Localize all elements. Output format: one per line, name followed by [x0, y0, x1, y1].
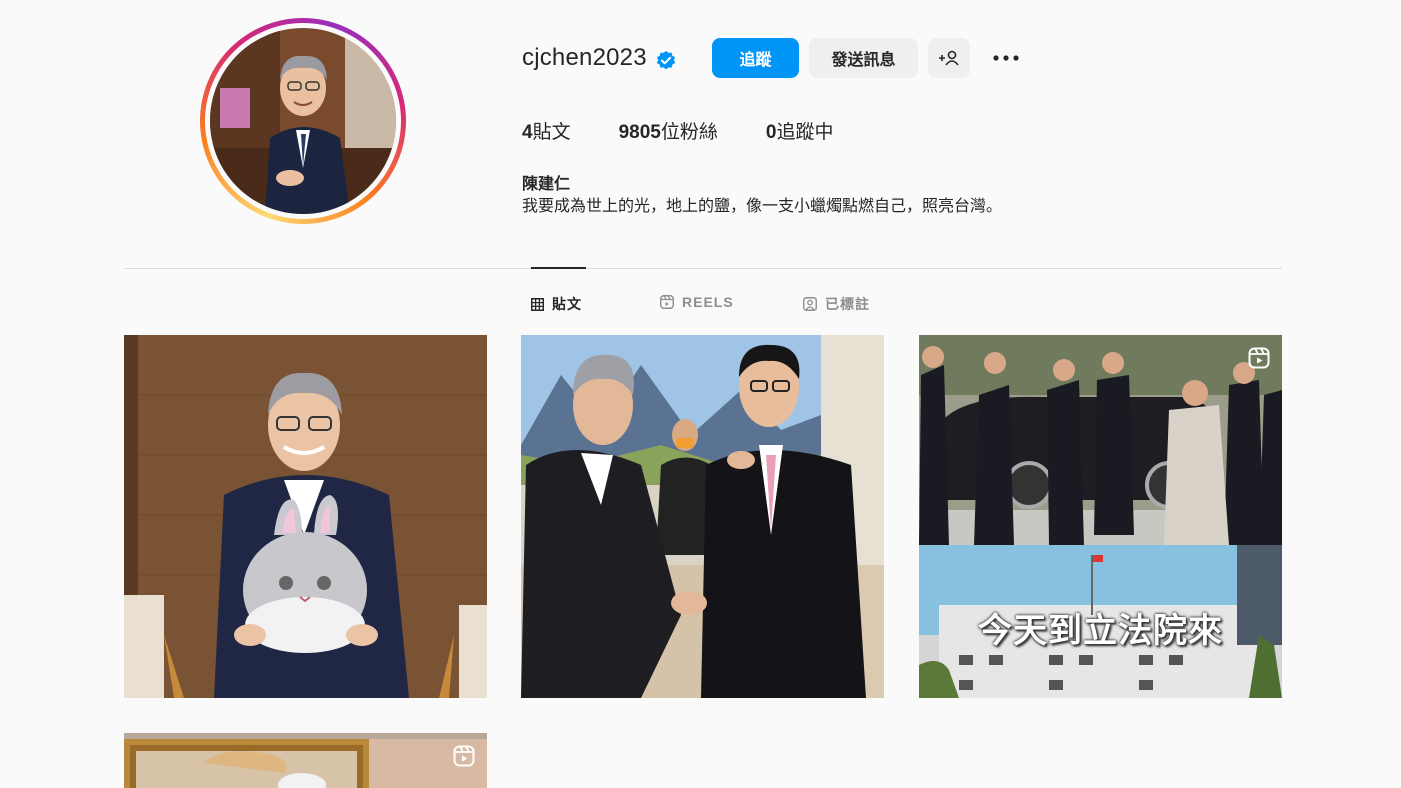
- profile-photo: [210, 28, 396, 214]
- tab-posts[interactable]: 貼文: [531, 294, 582, 314]
- post-tile-3[interactable]: 今天到立法院來: [919, 335, 1282, 698]
- tab-reels[interactable]: REELS: [660, 294, 734, 310]
- username: cjchen2023: [522, 44, 647, 71]
- reels-icon: [660, 295, 674, 309]
- bio: 我要成為世上的光，地上的鹽，像一支小蠟燭點燃自己，照亮台灣。: [522, 198, 1003, 215]
- tab-posts-label: 貼文: [552, 296, 582, 312]
- following-count[interactable]: 0追蹤中: [766, 117, 834, 144]
- posts-count-label: 貼文: [532, 122, 571, 143]
- suggested-accounts-button[interactable]: [928, 38, 970, 78]
- add-person-icon: [939, 50, 959, 66]
- profile-avatar-ring[interactable]: [200, 18, 406, 224]
- followers-count-label: 位粉絲: [660, 122, 718, 143]
- full-name: 陳建仁: [522, 176, 571, 193]
- profile-stats: 4貼文 9805位粉絲 0追蹤中: [522, 117, 881, 144]
- post-tile-4[interactable]: [124, 733, 487, 788]
- tab-reels-label: REELS: [682, 294, 734, 310]
- post-tile-1[interactable]: [124, 335, 487, 698]
- following-count-label: 追蹤中: [776, 122, 834, 143]
- reel-badge-icon: [1248, 347, 1270, 369]
- post-photo-handshake: [521, 335, 884, 698]
- post-photo-plush-rabbit: [124, 335, 487, 698]
- posts-count: 4貼文: [522, 117, 571, 144]
- post-tile-2[interactable]: [521, 335, 884, 698]
- post-photo-framed-portrait: [124, 733, 487, 788]
- follow-button[interactable]: 追蹤: [712, 38, 799, 78]
- send-message-button[interactable]: 發送訊息: [809, 38, 918, 78]
- avatar-gap: [205, 23, 401, 219]
- following-count-value: 0: [765, 122, 777, 143]
- reel-badge-icon: [453, 745, 475, 767]
- active-tab-indicator: [531, 267, 586, 269]
- tab-tagged-label: 已標註: [825, 296, 870, 312]
- tabs-divider: [124, 268, 1282, 269]
- verified-badge-icon: [656, 50, 676, 70]
- tagged-icon: [803, 297, 817, 311]
- followers-count[interactable]: 9805位粉絲: [619, 117, 718, 144]
- post-3-overlay-caption: 今天到立法院來: [978, 612, 1223, 650]
- followers-count-value: 9805: [618, 122, 661, 143]
- tab-tagged[interactable]: 已標註: [803, 294, 870, 314]
- grid-icon: [531, 297, 544, 311]
- more-options-icon: [993, 55, 1019, 61]
- avatar[interactable]: [210, 28, 396, 214]
- more-options-button[interactable]: [985, 44, 1027, 72]
- posts-count-value: 4: [522, 122, 533, 143]
